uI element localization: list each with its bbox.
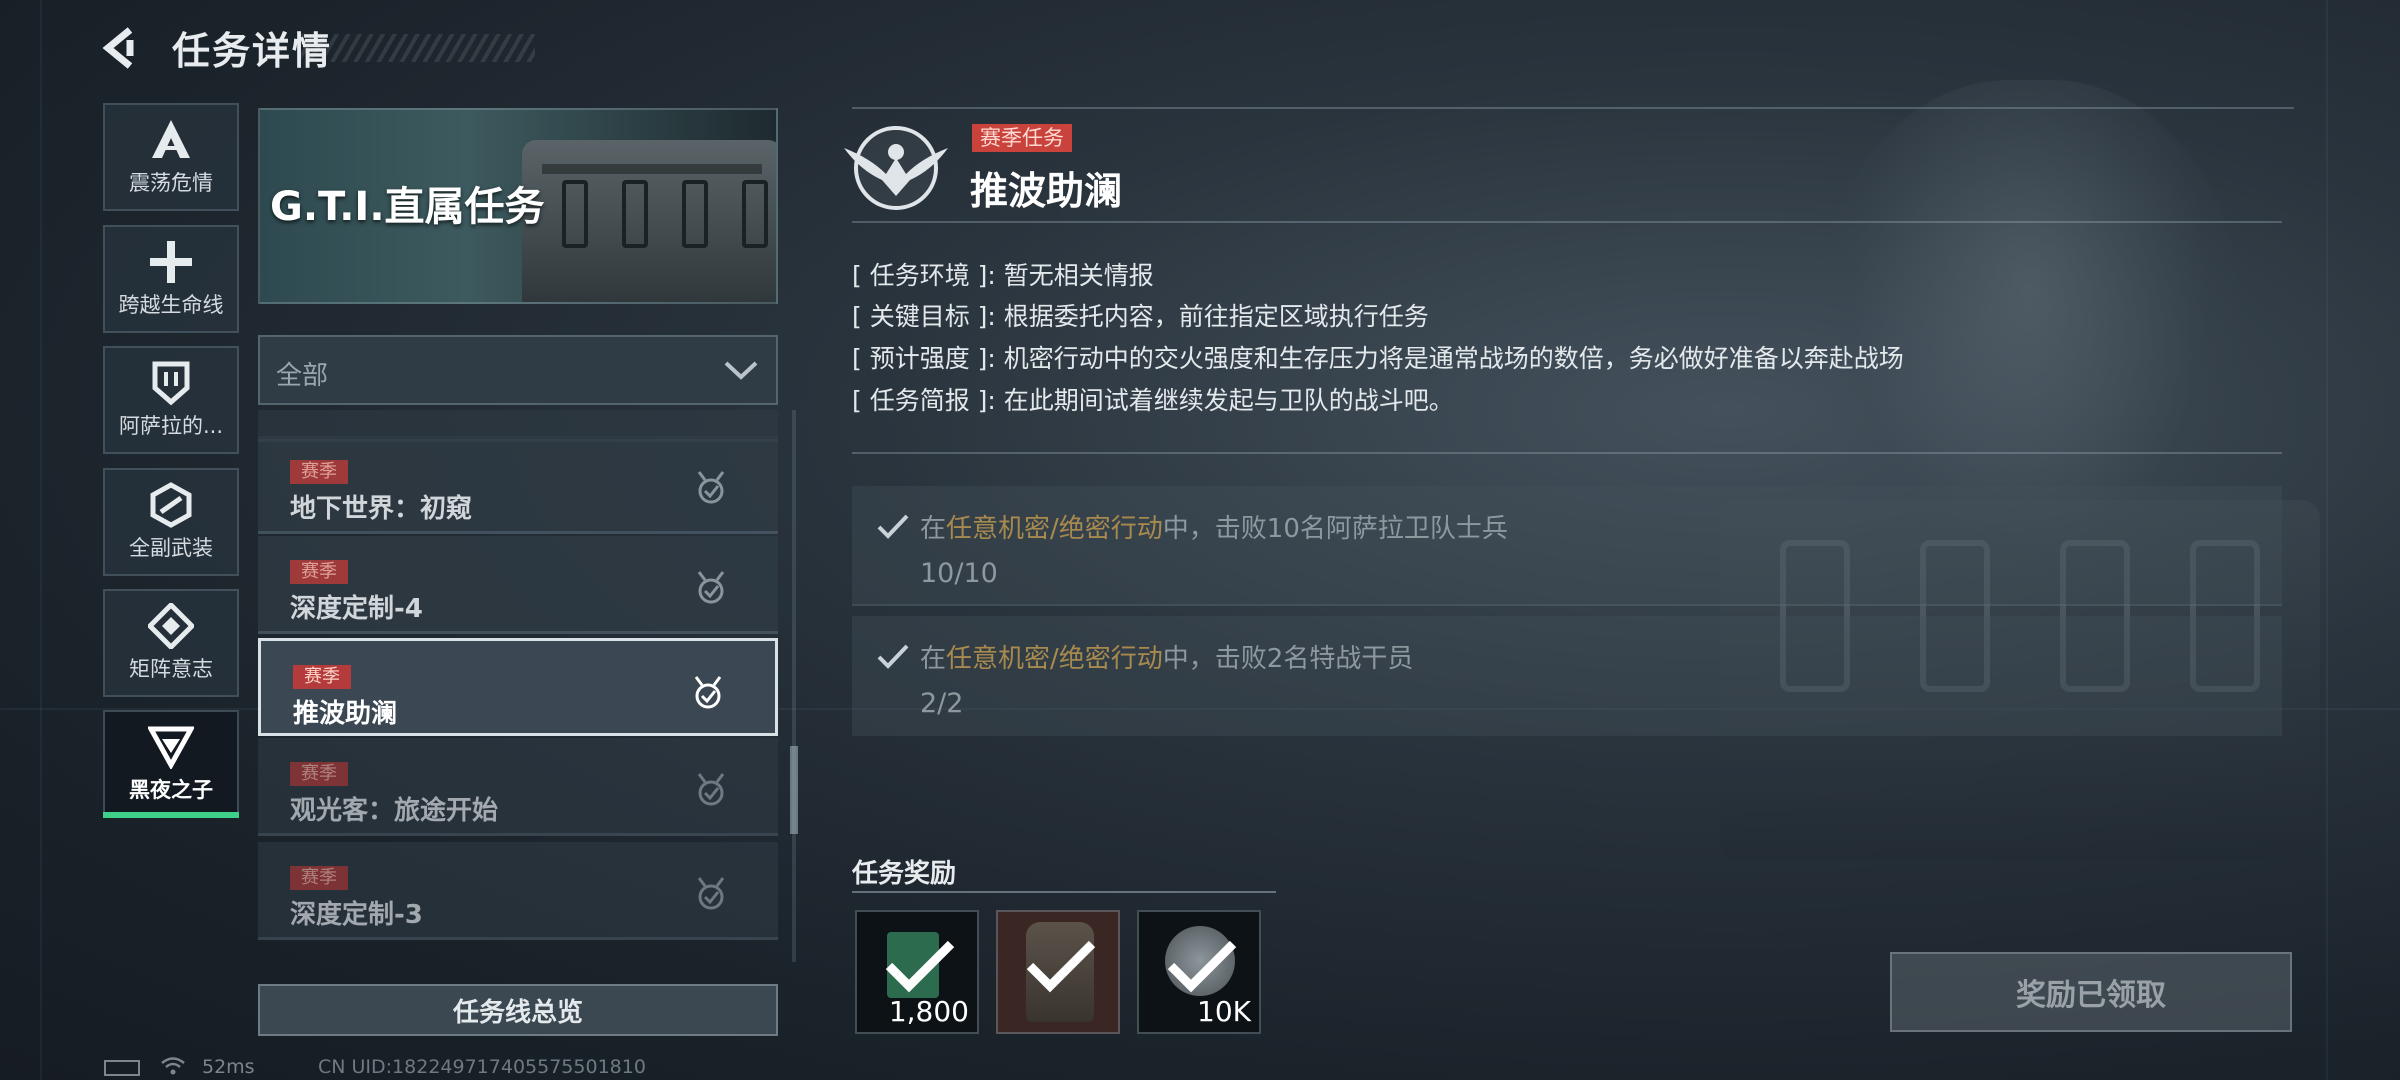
info-key: [ 关键目标 ]: [852,302,996,331]
divider [852,221,2282,223]
task-name: 观光客：旅途开始 [290,796,499,826]
rewards-underline [852,891,1276,893]
shield-icon [146,360,196,406]
category-tab-4[interactable]: 全副武装 [103,468,239,576]
active-category-indicator [103,812,239,818]
season-task-tag: 赛季任务 [972,124,1072,152]
ping-readout: 52ms [202,1056,255,1078]
category-tab-6[interactable]: 黑夜之子 [103,710,239,818]
claimed-check-icon [885,940,955,993]
back-arrow-icon [102,27,134,69]
diamond-icon [146,603,196,649]
reward-amount: 1,800 [888,995,969,1028]
battery-icon [104,1060,140,1076]
task-detail-title: 推波助澜 [970,169,1123,213]
check-icon [877,514,909,539]
reward-item[interactable]: 10K [1137,910,1261,1034]
hex-link-icon [146,482,196,528]
category-tab-5[interactable]: 矩阵意志 [103,589,239,697]
task-filter-dropdown[interactable]: 全部 [258,335,778,405]
season-tag: 赛季 [290,762,348,786]
info-value: 在此期间试着继续发起与卫队的战斗吧。 [1003,386,1454,415]
category-tab-1[interactable]: 震荡危情 [103,103,239,211]
category-label: 震荡危情 [129,171,213,195]
category-label: 跨越生命线 [118,293,224,317]
claimed-check-icon [1167,940,1237,993]
info-key: [ 预计强度 ]: [852,344,996,373]
taskline-overview-button[interactable]: 任务线总览 [258,984,778,1036]
completed-medal-icon [697,877,725,910]
objective-item: 在任意机密/绝密行动中，击败10名阿萨拉卫队士兵 10/10 [852,486,2282,606]
divider [852,107,2294,109]
objective-text: 在任意机密/绝密行动中，击败10名阿萨拉卫队士兵 [920,514,1508,544]
category-label: 矩阵意志 [129,657,213,681]
filter-selected-value: 全部 [276,361,329,391]
cross-icon [146,239,196,285]
task-list-item-selected[interactable]: 赛季 推波助澜 [258,638,778,736]
info-key-objective: [ 关键目标 ]: 根据委托内容，前往指定区域执行任务 [852,297,1429,333]
wifi-icon [160,1056,186,1076]
season-tag: 赛季 [290,560,348,584]
task-list-item[interactable]: 赛季 地下世界：初窥 [258,436,778,534]
info-value: 暂无相关情报 [1003,261,1154,290]
info-key: [ 任务环境 ]: [852,261,996,290]
task-list-item[interactable]: 赛季 深度定制-3 [258,842,778,940]
a-glyph-icon [146,117,196,163]
category-label: 阿萨拉的... [118,414,224,438]
rewards-claimed-button[interactable]: 奖励已领取 [1890,952,2292,1032]
banner-case-image [522,140,776,302]
task-name: 推波助澜 [293,699,398,729]
rewards-title: 任务奖励 [852,859,957,889]
info-value: 机密行动中的交火强度和生存压力将是通常战场的数倍，务必做好准备以奔赴战场 [1003,344,1904,373]
objective-item: 在任意机密/绝密行动中，击败2名特战干员 2/2 [852,616,2282,736]
reward-item[interactable]: 1,800 [855,910,979,1034]
list-scrollbar[interactable] [792,410,796,962]
season-tag: 赛季 [290,866,348,890]
task-name: 深度定制-4 [290,594,423,624]
list-scrollbar-thumb[interactable] [790,746,798,834]
info-value: 根据委托内容，前往指定区域执行任务 [1003,302,1429,331]
category-label: 全副武装 [129,536,213,560]
season-tag: 赛季 [293,665,351,689]
reward-amount: 10K [1197,995,1251,1028]
objective-progress: 2/2 [920,688,964,719]
check-icon [877,644,909,669]
objective-text: 在任意机密/绝密行动中，击败2名特战干员 [920,644,1414,674]
task-list[interactable]: 赛季 地下世界：初窥 赛季 深度定制-4 赛季 推波助澜 赛季 观光客：旅途开始… [258,410,778,962]
user-uid: CN UID:18224971740557550181​0 [318,1056,646,1078]
banner-title: G.T.I.直属任务 [270,184,545,230]
completed-medal-icon [694,676,722,709]
task-list-item[interactable]: 赛季 观光客：旅途开始 [258,738,778,836]
category-tab-3[interactable]: 阿萨拉的... [103,346,239,454]
task-name: 地下世界：初窥 [290,494,473,524]
page-title: 任务详情 [172,29,333,73]
completed-medal-icon [697,571,725,604]
v-glyph-icon [146,724,196,770]
divider [852,452,2282,454]
completed-medal-icon [697,773,725,806]
info-briefing: [ 任务简报 ]: 在此期间试着继续发起与卫队的战斗吧。 [852,381,1454,417]
category-label: 黑夜之子 [129,778,213,802]
info-intensity: [ 预计强度 ]: 机密行动中的交火强度和生存压力将是通常战场的数倍，务必做好准… [852,339,1904,375]
info-environment: [ 任务环境 ]: 暂无相关情报 [852,256,1154,292]
title-decoration [300,34,535,62]
season-tag: 赛季 [290,460,348,484]
eagle-emblem-icon [844,126,948,210]
objective-progress: 10/10 [920,558,998,589]
taskline-banner: G.T.I.直属任务 [258,108,778,304]
info-key: [ 任务简报 ]: [852,386,996,415]
task-list-item[interactable]: 赛季 深度定制-4 [258,536,778,634]
bg-grid-line [40,0,42,1080]
completed-medal-icon [697,471,725,504]
task-name: 深度定制-3 [290,900,423,930]
reward-item[interactable] [996,910,1120,1034]
back-button[interactable] [100,26,144,70]
category-tab-2[interactable]: 跨越生命线 [103,225,239,333]
bg-grid-line [2326,0,2328,1080]
chevron-down-icon [724,361,758,380]
claimed-check-icon [1026,940,1096,993]
